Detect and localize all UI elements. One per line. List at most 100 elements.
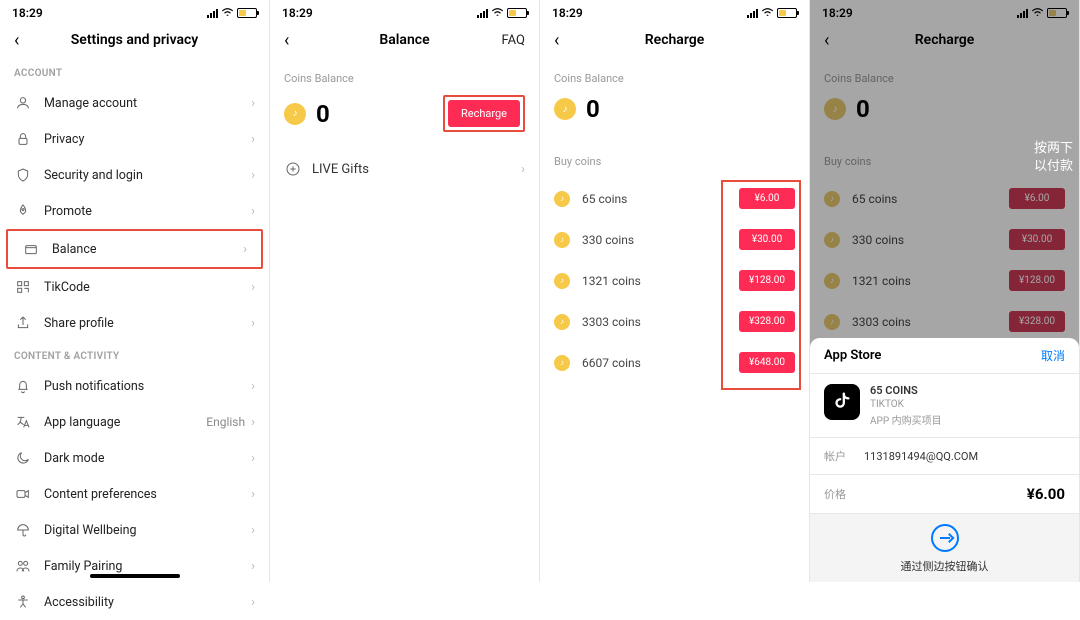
signal-icon	[747, 8, 758, 18]
status-time: 18:29	[282, 6, 313, 20]
coin-option-row: ♪65 coins¥6.00	[540, 178, 809, 219]
coin-option-label: 6607 coins	[582, 356, 739, 370]
price-button[interactable]: ¥6.00	[739, 188, 795, 209]
price-button[interactable]: ¥648.00	[739, 352, 795, 373]
chevron-icon: ›	[243, 242, 247, 257]
access-icon	[14, 593, 32, 611]
battery-icon	[1047, 8, 1067, 18]
list-item-digital-wellbeing[interactable]: Digital Wellbeing›	[0, 512, 269, 548]
balance-row: ♪ 0	[810, 91, 1079, 137]
list-item-family-pairing[interactable]: Family Pairing›	[0, 548, 269, 584]
chevron-icon: ›	[251, 280, 255, 295]
app-store-label: App Store	[824, 348, 881, 363]
list-item-promote[interactable]: Promote›	[0, 193, 269, 229]
status-time: 18:29	[822, 6, 853, 20]
coin-icon: ♪	[284, 103, 306, 125]
recharge-button[interactable]: Recharge	[448, 100, 520, 127]
list-item-manage-account[interactable]: Manage account›	[0, 85, 269, 121]
price-button[interactable]: ¥128.00	[1009, 270, 1065, 291]
back-button[interactable]: ‹	[824, 30, 829, 51]
home-indicator[interactable]	[90, 574, 180, 578]
shield-icon	[14, 166, 32, 184]
status-icons	[1017, 8, 1067, 18]
item-label: Content preferences	[44, 487, 251, 502]
coin-option-row: ♪65 coins¥6.00	[810, 178, 1079, 219]
list-item-share-profile[interactable]: Share profile›	[0, 305, 269, 341]
coins-balance-label: Coins Balance	[270, 58, 539, 91]
balance-screen: 18:29 ‹ Balance FAQ Coins Balance ♪ 0 Re…	[270, 0, 540, 582]
price-button[interactable]: ¥6.00	[1009, 188, 1065, 209]
faq-link[interactable]: FAQ	[502, 33, 525, 48]
coin-option-row: ♪3303 coins¥328.00	[540, 301, 809, 342]
coin-option-row: ♪ 1321 coins¥128.00	[540, 260, 809, 301]
balance-amount: 0	[586, 95, 600, 123]
item-label: Push notifications	[44, 379, 251, 394]
video-icon	[14, 485, 32, 503]
coin-icon: ♪	[824, 98, 846, 120]
chevron-icon: ›	[251, 559, 255, 574]
list-item-dark-mode[interactable]: Dark mode›	[0, 440, 269, 476]
chevron-icon: ›	[251, 316, 255, 331]
coins-balance-label: Coins Balance	[540, 58, 809, 91]
coin-option-row: ♪330 coins¥30.00	[540, 219, 809, 260]
balance-amount: 0	[856, 95, 870, 123]
header: ‹ Settings and privacy	[0, 22, 269, 58]
coin-icon: ♪	[824, 314, 840, 330]
price-label: 价格	[824, 486, 864, 502]
back-button[interactable]: ‹	[284, 30, 289, 51]
back-button[interactable]: ‹	[554, 30, 559, 51]
item-label: Family Pairing	[44, 559, 251, 574]
item-label: Accessibility	[44, 595, 251, 610]
price-button[interactable]: ¥328.00	[739, 311, 795, 332]
section-header: CONTENT & ACTIVITY	[0, 341, 269, 368]
coin-icon: ♪	[554, 273, 570, 289]
list-item-balance[interactable]: Balance›	[8, 231, 261, 267]
price-button[interactable]: ¥30.00	[739, 229, 795, 250]
list-item-security-and-login[interactable]: Security and login›	[0, 157, 269, 193]
tiktok-app-icon	[824, 384, 860, 420]
list-item-tikcode[interactable]: TikCode›	[0, 269, 269, 305]
list-item-privacy[interactable]: Privacy›	[0, 121, 269, 157]
status-time: 18:29	[12, 6, 43, 20]
live-gifts-label: LIVE Gifts	[312, 162, 521, 177]
cancel-button[interactable]: 取消	[1041, 347, 1065, 364]
moon-icon	[14, 449, 32, 467]
price-button[interactable]: ¥128.00	[739, 270, 795, 291]
list-item-content-preferences[interactable]: Content preferences›	[0, 476, 269, 512]
coin-option-label: 330 coins	[582, 233, 739, 247]
item-label: App language	[44, 415, 206, 430]
payment-sheet: App Store 取消 65 COINS TIKTOK APP 内购买项目 帐…	[810, 338, 1079, 582]
page-title: Recharge	[645, 32, 704, 48]
coin-option-label: 65 coins	[582, 192, 739, 206]
list-item-accessibility[interactable]: Accessibility›	[0, 584, 269, 620]
status-time: 18:29	[552, 6, 583, 20]
recharge-highlight: Recharge	[443, 95, 525, 132]
chevron-icon: ›	[251, 379, 255, 394]
price-button[interactable]: ¥30.00	[1009, 229, 1065, 250]
list-item-app-language[interactable]: App languageEnglish›	[0, 404, 269, 440]
lock-icon	[14, 130, 32, 148]
list-item-push-notifications[interactable]: Push notifications›	[0, 368, 269, 404]
status-bar: 18:29	[0, 0, 269, 22]
item-label: Promote	[44, 204, 251, 219]
price-value: ¥6.00	[1027, 485, 1065, 503]
wifi-icon	[491, 8, 504, 17]
buy-coins-label: Buy coins	[540, 137, 809, 178]
price-row: 价格 ¥6.00	[810, 475, 1079, 514]
chevron-icon: ›	[251, 96, 255, 111]
section-header: ACCOUNT	[0, 58, 269, 85]
live-gifts-row[interactable]: LIVE Gifts ›	[270, 146, 539, 192]
balance-row: ♪ 0 Recharge	[270, 91, 539, 146]
header: ‹ Balance FAQ	[270, 22, 539, 58]
product-type: APP 内购买项目	[870, 412, 942, 427]
balance-row: ♪ 0	[540, 91, 809, 137]
wifi-icon	[761, 8, 774, 17]
wifi-icon	[1031, 8, 1044, 17]
price-button[interactable]: ¥328.00	[1009, 311, 1065, 332]
product-row: 65 COINS TIKTOK APP 内购买项目	[810, 374, 1079, 438]
chevron-icon: ›	[251, 487, 255, 502]
item-label: Share profile	[44, 316, 251, 331]
qr-icon	[14, 278, 32, 296]
coin-option-label: 1321 coins	[582, 274, 739, 288]
back-button[interactable]: ‹	[14, 30, 19, 51]
